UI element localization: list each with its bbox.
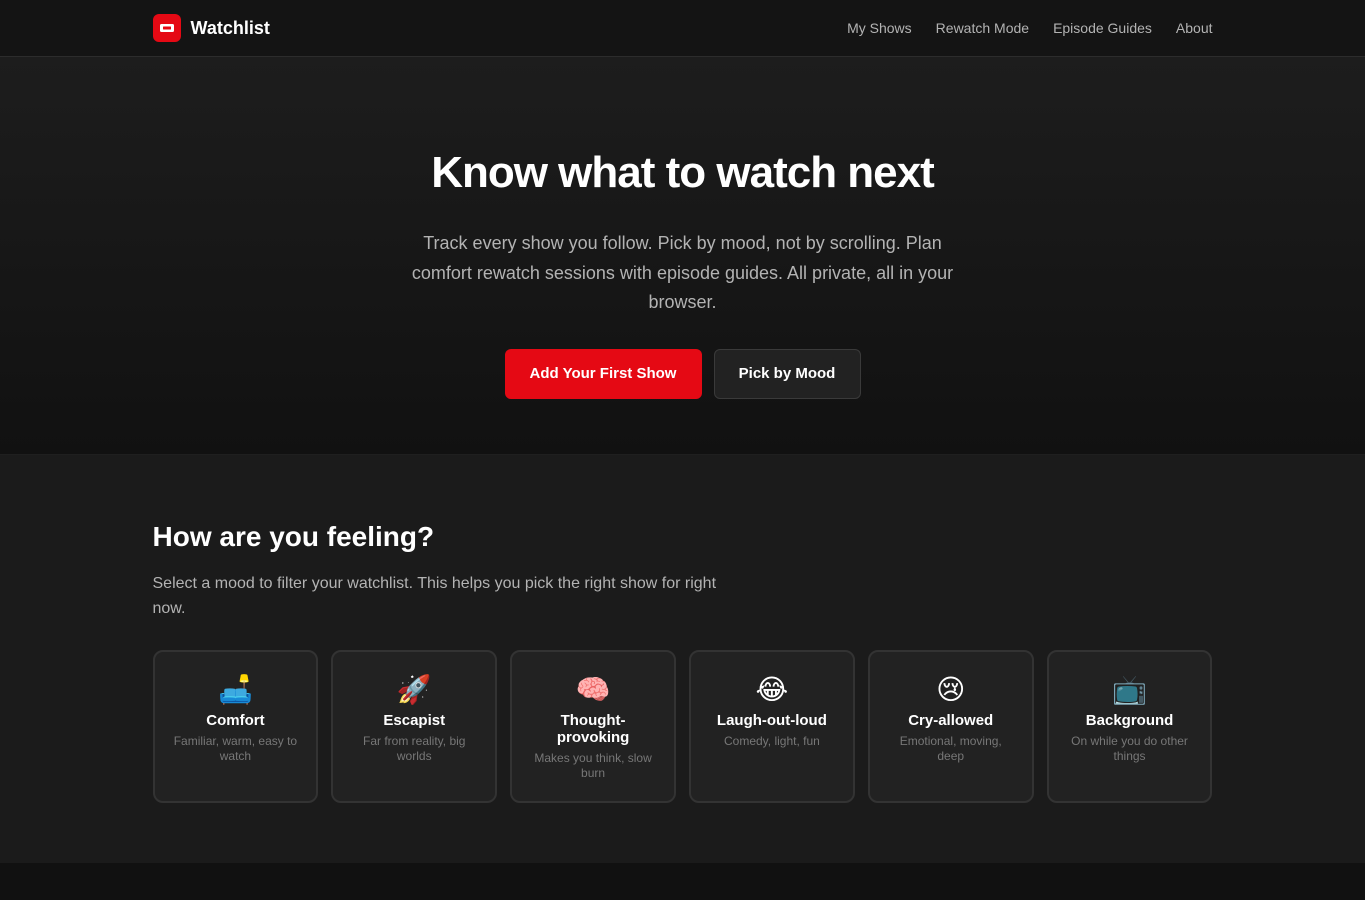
mood-card-label: Cry-allowed — [908, 712, 994, 729]
hero-title: Know what to watch next — [431, 148, 935, 197]
mood-card-laugh-out-loud[interactable]: 😂 Laugh-out-loud Comedy, light, fun — [688, 650, 855, 803]
crying-face-icon: 😢 — [936, 673, 966, 706]
mood-card-description: Familiar, warm, easy to watch — [173, 734, 298, 763]
television-icon: 📺 — [1112, 673, 1147, 706]
mood-card-description: Comedy, light, fun — [723, 734, 820, 748]
top-navbar: Watchlist My Shows Rewatch Mode Episode … — [0, 0, 1365, 57]
footer-band — [0, 863, 1365, 900]
nav-link-rewatch-mode[interactable]: Rewatch Mode — [936, 20, 1029, 36]
add-first-show-button[interactable]: Add Your First Show — [504, 348, 702, 399]
mood-card-label: Laugh-out-loud — [716, 712, 827, 729]
mood-card-label: Comfort — [206, 712, 265, 729]
mood-section-subtitle: Select a mood to filter your watchlist. … — [152, 575, 717, 617]
hero-section: Know what to watch next Track every show… — [0, 57, 1365, 455]
mood-card-background[interactable]: 📺 Background On while you do other thing… — [1046, 650, 1213, 803]
hero-subtitle: Track every show you follow. Pick by moo… — [411, 233, 954, 313]
mood-card-label: Background — [1085, 712, 1174, 729]
nav-link-about[interactable]: About — [1176, 20, 1213, 36]
mood-card-description: Far from reality, big worlds — [363, 734, 466, 763]
mood-card-comfort[interactable]: 🛋️ Comfort Familiar, warm, easy to watch — [152, 650, 319, 803]
mood-card-cry-allowed[interactable]: 😢 Cry-allowed Emotional, moving, deep — [867, 650, 1034, 803]
rocket-icon: 🚀 — [396, 673, 432, 706]
navbar-inner: Watchlist My Shows Rewatch Mode Episode … — [152, 0, 1213, 56]
brain-icon: 🧠 — [575, 673, 611, 706]
nav-link-episode-guides[interactable]: Episode Guides — [1053, 20, 1152, 36]
tv-logo-icon — [152, 14, 181, 42]
nav-link-my-shows[interactable]: My Shows — [847, 20, 912, 36]
mood-card-label: Escapist — [383, 712, 446, 729]
brand-name: Watchlist — [190, 17, 270, 38]
mood-card-description: Emotional, moving, deep — [899, 734, 1002, 763]
mood-section: How are you feeling? Select a mood to fi… — [0, 455, 1365, 863]
couch-lamp-icon: 🛋️ — [217, 673, 253, 706]
mood-card-description: On while you do other things — [1071, 734, 1188, 763]
mood-card-thought-provoking[interactable]: 🧠 Thought-provoking Makes you think, slo… — [510, 650, 676, 803]
pick-by-mood-button[interactable]: Pick by Mood — [713, 348, 861, 399]
mood-card-label: Thought-provoking — [556, 712, 630, 746]
laughing-face-icon: 😂 — [755, 673, 789, 706]
mood-card-escapist[interactable]: 🚀 Escapist Far from reality, big worlds — [331, 650, 498, 803]
nav-links: My Shows Rewatch Mode Episode Guides Abo… — [847, 20, 1212, 36]
mood-section-title: How are you feeling? — [152, 521, 435, 552]
brand-home-link[interactable]: Watchlist — [152, 14, 270, 42]
mood-inner: How are you feeling? Select a mood to fi… — [152, 521, 1213, 803]
mood-card-description: Makes you think, slow burn — [534, 751, 652, 780]
mood-grid: 🛋️ Comfort Familiar, warm, easy to watch… — [152, 650, 1213, 803]
hero-actions: Add Your First Show Pick by Mood — [0, 348, 1365, 399]
